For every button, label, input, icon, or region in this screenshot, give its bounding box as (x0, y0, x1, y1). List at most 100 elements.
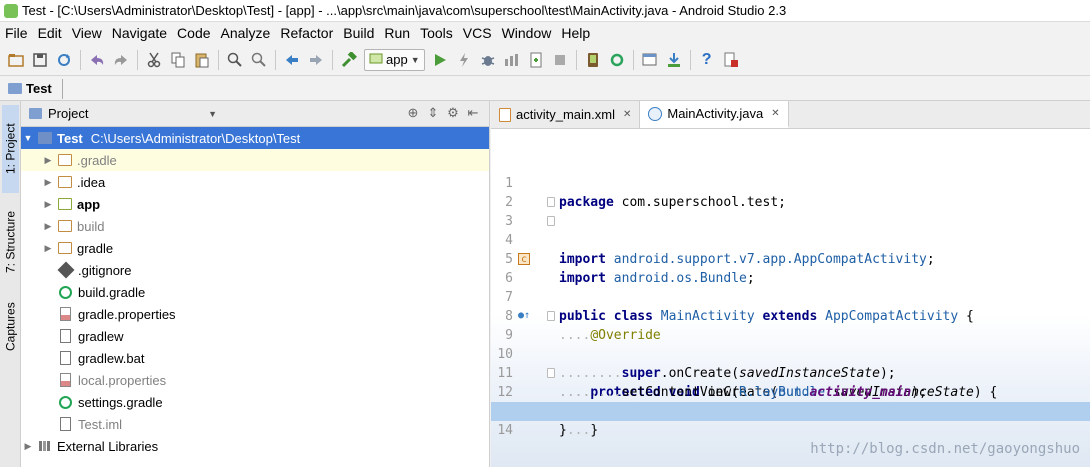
stop-icon[interactable] (549, 49, 571, 71)
run-icon[interactable] (429, 49, 451, 71)
fold-marker-icon[interactable] (547, 197, 555, 207)
sdk-manager-icon[interactable] (663, 49, 685, 71)
expand-arrow-icon[interactable]: ▼ (21, 133, 35, 143)
folder-icon (58, 176, 72, 188)
menu-build[interactable]: Build (338, 22, 379, 44)
left-tool-strip: 1: Project 7: Structure Captures (0, 101, 21, 467)
tree-item-build[interactable]: ▶ build (21, 215, 489, 237)
help-icon[interactable]: ? (696, 49, 718, 71)
back-arrow-icon[interactable] (281, 49, 303, 71)
layout-gutter-icon[interactable]: c (518, 253, 530, 265)
tree-item-gradlew-bat[interactable]: gradlew.bat (21, 347, 489, 369)
expand-arrow-icon[interactable]: ▶ (41, 177, 55, 188)
side-tab-label: Captures (3, 302, 18, 352)
tab-activity-main-xml[interactable]: activity_main.xml ✕ (491, 101, 641, 128)
copy-icon[interactable] (167, 49, 189, 71)
menu-code[interactable]: Code (172, 22, 215, 44)
library-icon (38, 440, 52, 452)
menu-tools[interactable]: Tools (415, 22, 458, 44)
forward-arrow-icon[interactable] (305, 49, 327, 71)
tab-project-tool[interactable]: 1: Project (2, 105, 19, 193)
close-icon[interactable]: ✕ (623, 109, 631, 120)
android-device-monitor-icon[interactable] (720, 49, 742, 71)
replace-icon[interactable] (248, 49, 270, 71)
tree-item-idea[interactable]: ▶ .idea (21, 171, 489, 193)
open-folder-icon[interactable] (5, 49, 27, 71)
menu-run[interactable]: Run (379, 22, 415, 44)
menu-view[interactable]: View (67, 22, 107, 44)
project-view-select[interactable]: Project ▼ (29, 106, 217, 121)
tree-item-label: .gradle (77, 152, 117, 168)
tab-structure-tool[interactable]: 7: Structure (2, 197, 19, 287)
expand-arrow-icon[interactable]: ▶ (41, 199, 55, 210)
avd-manager-icon[interactable] (582, 49, 604, 71)
tab-mainactivity-java[interactable]: MainActivity.java ✕ (640, 101, 789, 128)
fold-marker-icon[interactable] (547, 216, 555, 226)
chevron-down-icon: ▼ (208, 108, 217, 119)
java-class-icon (648, 106, 663, 121)
menu-navigate[interactable]: Navigate (107, 22, 172, 44)
iml-file-icon (60, 417, 71, 431)
make-project-icon[interactable] (338, 49, 360, 71)
tree-item-settings-gradle[interactable]: settings.gradle (21, 391, 489, 413)
android-studio-icon (4, 3, 18, 18)
module-folder-icon (58, 198, 72, 210)
fold-marker-icon[interactable] (547, 368, 555, 378)
android-module-icon (369, 52, 383, 67)
undo-icon[interactable] (86, 49, 108, 71)
code-line-current: 14 (491, 402, 1090, 438)
menu-help[interactable]: Help (556, 22, 595, 44)
tree-item-local-properties[interactable]: local.properties (21, 369, 489, 391)
menu-file[interactable]: File (0, 22, 33, 44)
code-line: 3 import android.support.v7.app.AppCompa… (491, 193, 1090, 267)
properties-file-icon (60, 373, 71, 387)
menu-edit[interactable]: Edit (33, 22, 67, 44)
sync-icon[interactable] (53, 49, 75, 71)
redo-icon[interactable] (110, 49, 132, 71)
paste-icon[interactable] (191, 49, 213, 71)
gear-icon[interactable]: ⚙ (443, 105, 463, 121)
tree-item-gradle[interactable]: ▶ gradle (21, 237, 489, 259)
override-gutter-icon[interactable]: ●↑ (518, 310, 530, 322)
sync-gradle-icon[interactable] (606, 49, 628, 71)
scroll-from-source-icon[interactable]: ⊕ (403, 105, 423, 121)
hide-panel-icon[interactable]: ⇤ (463, 105, 483, 121)
profile-icon[interactable] (501, 49, 523, 71)
find-icon[interactable] (224, 49, 246, 71)
collapse-all-icon[interactable]: ⇕ (423, 105, 443, 121)
project-view-icon (29, 108, 42, 119)
project-structure-icon[interactable] (639, 49, 661, 71)
breadcrumb-project[interactable]: Test (8, 78, 63, 99)
expand-arrow-icon[interactable]: ▶ (41, 155, 55, 166)
menu-window[interactable]: Window (497, 22, 557, 44)
editor-tabs: activity_main.xml ✕ MainActivity.java ✕ (491, 101, 1090, 129)
code-line: 11 ........setContentView(R.layout.activ… (491, 345, 1090, 400)
menu-analyze[interactable]: Analyze (216, 22, 276, 44)
tab-captures-tool[interactable]: Captures (2, 291, 19, 363)
menu-vcs[interactable]: VCS (458, 22, 497, 44)
expand-arrow-icon[interactable]: ▶ (41, 221, 55, 232)
tree-item-gradle-dir[interactable]: ▶ .gradle (21, 149, 489, 171)
run-config-select[interactable]: app ▼ (364, 48, 425, 71)
tree-item-external-libraries[interactable]: ▶ External Libraries (21, 435, 489, 457)
expand-arrow-icon[interactable]: ▶ (21, 441, 35, 452)
debug-icon[interactable] (477, 49, 499, 71)
tree-item-gradle-properties[interactable]: gradle.properties (21, 303, 489, 325)
tree-item-app[interactable]: ▶ app (21, 193, 489, 215)
tree-item-label: Test.iml (78, 416, 123, 432)
save-all-icon[interactable] (29, 49, 51, 71)
tree-item-test-iml[interactable]: Test.iml (21, 413, 489, 435)
instant-run-icon[interactable] (453, 49, 475, 71)
tree-root-test[interactable]: ▼ Test C:\Users\Administrator\Desktop\Te… (21, 127, 489, 149)
toolbar-separator (80, 49, 81, 70)
cut-icon[interactable] (143, 49, 165, 71)
expand-arrow-icon[interactable]: ▶ (41, 243, 55, 254)
tree-item-build-gradle[interactable]: build.gradle (21, 281, 489, 303)
fold-marker-icon[interactable] (547, 311, 555, 321)
code-editor[interactable]: 1 package com.superschool.test; 2 3 impo… (491, 129, 1090, 467)
attach-debugger-icon[interactable] (525, 49, 547, 71)
close-icon[interactable]: ✕ (771, 108, 779, 119)
menu-refactor[interactable]: Refactor (275, 22, 338, 44)
tree-item-gitignore[interactable]: .gitignore (21, 259, 489, 281)
tree-item-gradlew[interactable]: gradlew (21, 325, 489, 347)
